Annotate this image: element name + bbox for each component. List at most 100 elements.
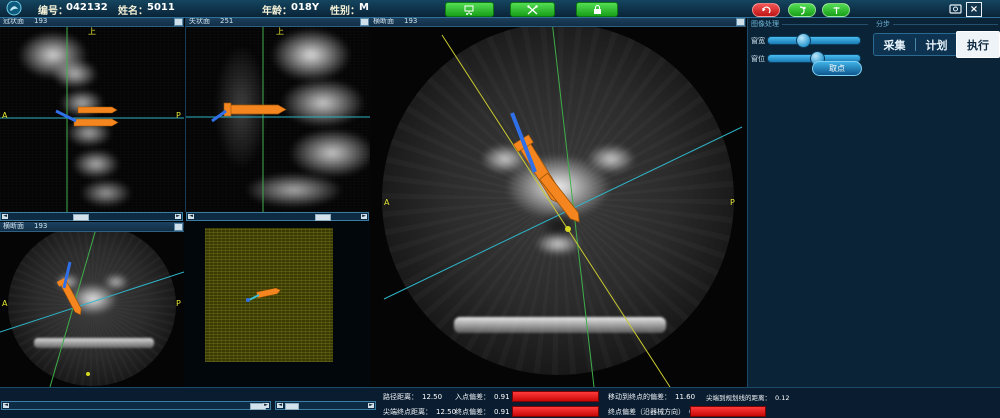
tab-acquire[interactable]: 采集 (874, 37, 915, 53)
entry-deviation-bar (512, 391, 599, 402)
orientation-marker-right: P (176, 112, 181, 120)
orientation-marker-left: A (2, 112, 7, 120)
view-name: 冠状面 (3, 17, 24, 26)
probe-icon (832, 6, 841, 15)
header-button[interactable] (174, 18, 183, 26)
screenshot-icon (949, 3, 962, 14)
axial-small-overlay (0, 222, 184, 387)
axial-scrollbar[interactable]: ◄ ► (1, 401, 271, 410)
patient-name-label: 姓名： (118, 2, 148, 17)
patient-age-label: 年龄： (262, 2, 292, 17)
viewport-coronal[interactable]: 冠状面 193 上 A P (0, 17, 184, 212)
lock-icon (593, 5, 602, 15)
status-bar: ◄ ► ◄ ► 路径距离：12.50 入点偏差：0.91 移动到终点的偏差：11… (0, 387, 1000, 418)
end-deviation-direction-bar (690, 406, 766, 417)
end-deviation: 终点偏差：0.91 (455, 407, 510, 417)
scroll-right-arrow[interactable]: ► (368, 403, 374, 408)
top-bar: 编号： 042132 姓名： 5011 年龄： 018Y 性别： M (0, 0, 1000, 18)
orientation-marker-top: 上 (276, 28, 284, 36)
orientation-marker-left: A (2, 300, 7, 308)
view-slice-number: 193 (404, 17, 417, 26)
scroll-left-arrow[interactable]: ◄ (2, 214, 8, 219)
viewport-header: 横断面 193 (370, 17, 746, 27)
move-end-deviation: 移动到终点的偏差：11.60 (608, 392, 695, 402)
coronal-overlay (0, 17, 184, 212)
scroll-right-arrow[interactable]: ► (263, 403, 269, 408)
undo-arrow-icon (761, 6, 771, 15)
image-group-title: 图像处理 (751, 20, 779, 28)
viewport-header: 矢状面 251 (186, 17, 370, 27)
screenshot-button[interactable] (948, 2, 962, 15)
tab-plan[interactable]: 计划 (916, 37, 957, 53)
robot-action-button-2[interactable] (822, 3, 850, 17)
view-slice-number: 251 (220, 17, 233, 26)
c-arm-button[interactable] (445, 2, 494, 17)
viewport-main-axial[interactable]: 横断面 193 A P (370, 17, 746, 387)
close-button[interactable]: × (966, 2, 982, 17)
close-icon: × (970, 4, 978, 15)
robot-reset-button[interactable] (752, 3, 780, 17)
end-deviation-bar (512, 406, 599, 417)
scroll-right-arrow[interactable]: ► (175, 214, 181, 219)
scroll-right-arrow[interactable]: ► (361, 214, 367, 219)
orientation-marker-right: P (176, 300, 181, 308)
drr-overlay (205, 228, 333, 362)
orientation-marker-right: P (730, 199, 735, 207)
scroll-left-arrow[interactable]: ◄ (277, 403, 283, 408)
entry-deviation: 入点偏差：0.91 (455, 392, 510, 402)
crossed-instruments-icon (527, 5, 538, 15)
scroll-left-arrow[interactable]: ◄ (3, 403, 9, 408)
scroll-thumb[interactable] (315, 214, 331, 221)
window-width-slider[interactable] (767, 36, 861, 45)
main-overlay (370, 17, 746, 387)
window-width-label: 窗宽 (751, 36, 765, 46)
lock-button[interactable] (576, 2, 618, 17)
patient-age-value: 018Y (291, 2, 319, 13)
scroll-thumb[interactable] (73, 214, 89, 221)
tab-execute-active[interactable]: 执行 (956, 31, 1000, 58)
patient-name-value: 5011 (147, 2, 175, 13)
robot-action-button-1[interactable] (788, 3, 816, 17)
view-name: 矢状面 (189, 17, 210, 26)
drr-scrollbar[interactable]: ◄ ► (275, 401, 376, 410)
sagittal-scrollbar[interactable]: ◄ ► (186, 212, 369, 221)
patient-id-value: 042132 (66, 2, 108, 13)
path-distance: 路径距离：12.50 (383, 392, 442, 402)
header-button[interactable] (360, 18, 369, 26)
implant-screw (57, 277, 85, 317)
viewport-sagittal[interactable]: 矢状面 251 上 (185, 17, 370, 212)
header-button[interactable] (736, 18, 745, 26)
implant-screws (56, 107, 118, 126)
coronal-scrollbar[interactable]: ◄ ► (0, 212, 183, 221)
viewport-axial-small[interactable]: 横断面 193 A P (0, 222, 184, 387)
instruments-button[interactable] (510, 2, 555, 17)
viewport-header: 冠状面 193 (0, 17, 184, 27)
c-arm-device-icon (464, 5, 475, 15)
patient-id-label: 编号： (38, 2, 68, 17)
header-button[interactable] (174, 223, 183, 231)
implant-screw-2 (540, 173, 584, 225)
implant-screw (212, 103, 286, 121)
step-tabbar: 采集 计划 (873, 33, 958, 56)
step-group-title: 分步 (876, 20, 890, 28)
tip-end-distance: 尖端终点距离：12.50 (383, 407, 456, 417)
pick-point-button[interactable]: 取点 (812, 61, 862, 76)
right-panel: 图像处理 窗宽 窗位 取点 分步 (747, 17, 1000, 418)
view-name: 横断面 (3, 222, 24, 231)
view-name: 横断面 (373, 17, 394, 26)
view-slice-number: 193 (34, 222, 47, 231)
view-slice-number: 193 (34, 17, 47, 26)
app-logo-icon (6, 1, 22, 16)
scroll-thumb[interactable] (285, 403, 299, 410)
viewport-header: 横断面 193 (0, 222, 184, 232)
orientation-marker-top: 上 (88, 28, 96, 36)
surgical-navigation-app: 编号： 042132 姓名： 5011 年龄： 018Y 性别： M (0, 0, 1000, 418)
tool-icon (798, 6, 807, 15)
window-width-thumb[interactable] (796, 33, 811, 48)
patient-sex-label: 性别： (330, 2, 360, 17)
tip-to-plan-distance: 尖端到规划线的距离：0.12 (706, 392, 789, 402)
window-level-label: 窗位 (751, 54, 765, 64)
viewport-drr[interactable] (205, 228, 333, 362)
implant-screw (256, 287, 281, 298)
scroll-left-arrow[interactable]: ◄ (188, 214, 194, 219)
